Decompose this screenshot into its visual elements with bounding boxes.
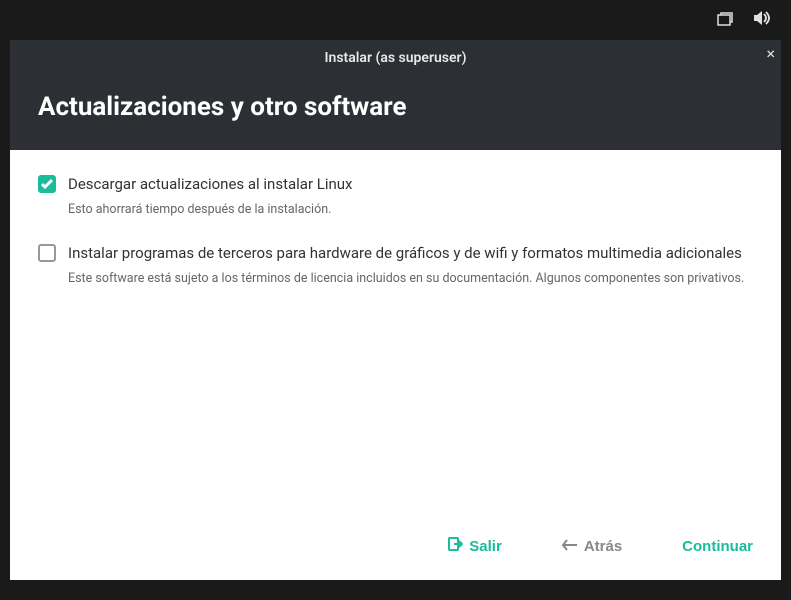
footer-buttons: Salir Atrás Continuar [10, 520, 781, 580]
option-download-updates: Descargar actualizaciones al instalar Li… [38, 174, 753, 219]
checkbox-download-updates[interactable] [38, 175, 56, 193]
close-icon[interactable]: × [766, 46, 775, 62]
arrow-left-icon [562, 538, 578, 555]
quit-button[interactable]: Salir [447, 536, 502, 556]
window-header: Instalar (as superuser) × Actualizacione… [10, 40, 781, 150]
volume-icon[interactable] [753, 10, 771, 30]
option-third-party: Instalar programas de terceros para hard… [38, 243, 753, 288]
continue-button[interactable]: Continuar [682, 536, 753, 556]
system-topbar [0, 0, 791, 40]
page-heading: Actualizaciones y otro software [10, 74, 781, 150]
installer-window: Instalar (as superuser) × Actualizacione… [10, 40, 781, 580]
back-label: Atrás [584, 538, 622, 555]
window-restore-icon[interactable] [717, 11, 733, 30]
quit-label: Salir [469, 538, 502, 555]
content-area: Descargar actualizaciones al instalar Li… [10, 150, 781, 520]
window-title: Instalar (as superuser) [10, 40, 781, 74]
exit-icon [447, 536, 463, 556]
back-button[interactable]: Atrás [562, 536, 622, 556]
checkbox-third-party[interactable] [38, 244, 56, 262]
option-description: Este software está sujeto a los términos… [68, 270, 753, 288]
option-label[interactable]: Descargar actualizaciones al instalar Li… [68, 174, 352, 195]
option-label[interactable]: Instalar programas de terceros para hard… [68, 243, 742, 264]
continue-label: Continuar [682, 538, 753, 555]
option-description: Esto ahorrará tiempo después de la insta… [68, 201, 753, 219]
